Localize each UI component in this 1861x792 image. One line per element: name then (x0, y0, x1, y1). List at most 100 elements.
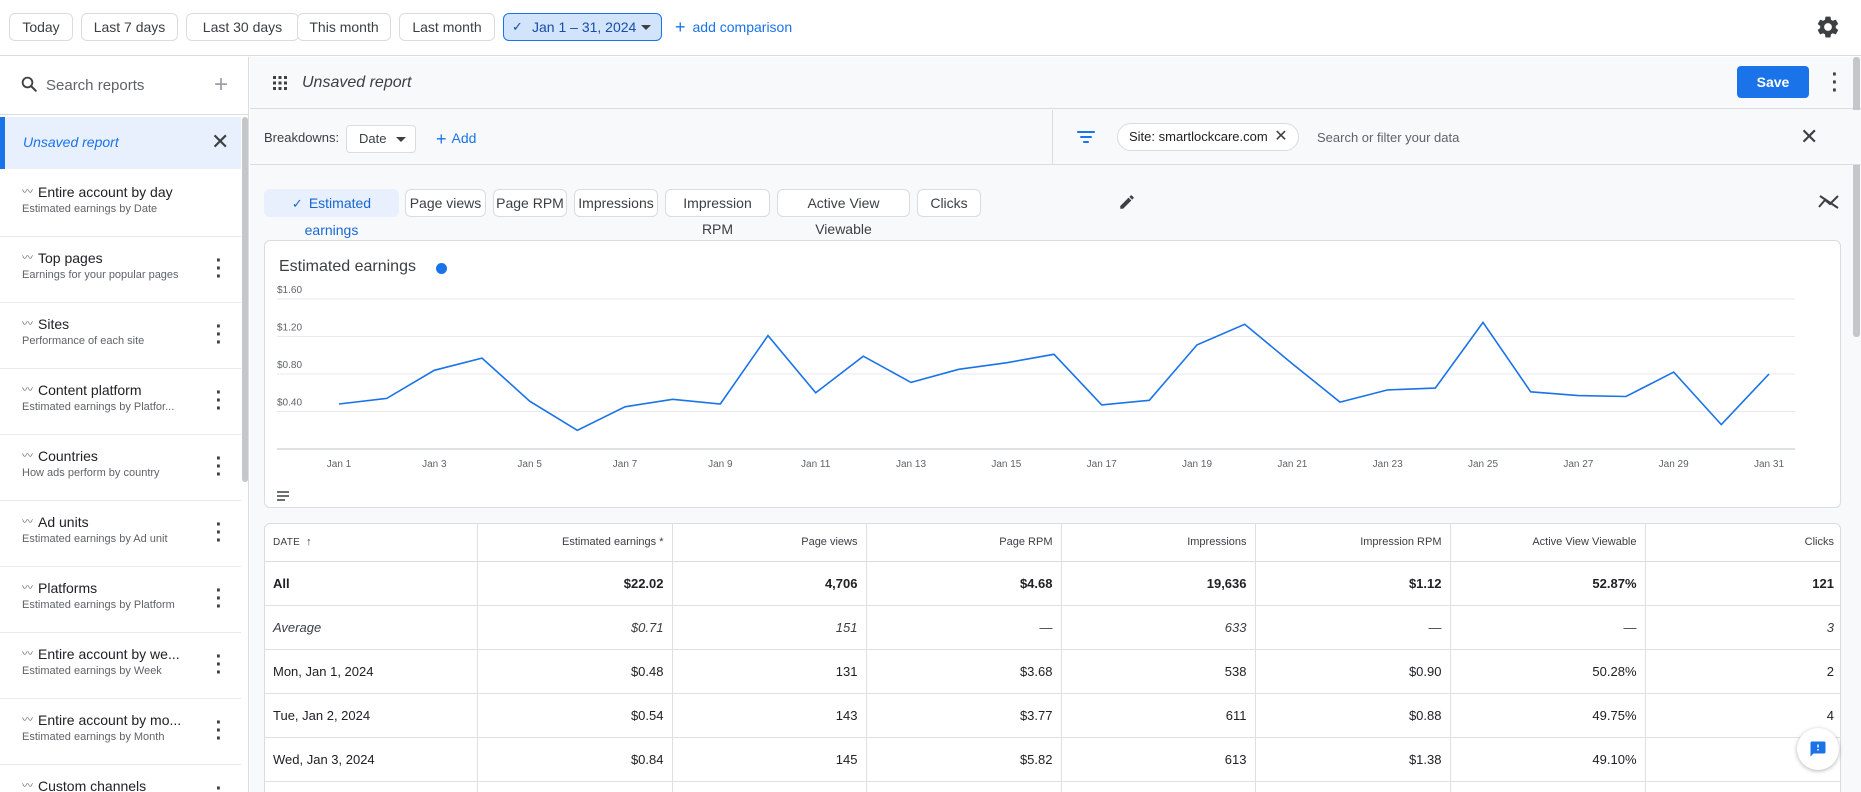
filter-search-input[interactable]: Search or filter your data (1317, 130, 1459, 145)
earnings-data-point[interactable] (1623, 394, 1629, 400)
metric-chip[interactable]: Impressions (574, 189, 658, 217)
sidebar-report-item[interactable]: 〰 Sites Performance of each site · · · (0, 303, 241, 369)
earnings-data-point[interactable] (1718, 422, 1724, 428)
close-icon[interactable]: ✕ (211, 129, 229, 155)
site-filter-chip[interactable]: Site: smartlockcare.com ✕ (1117, 123, 1299, 151)
column-header[interactable]: Impression RPM (1255, 524, 1451, 562)
earnings-data-point[interactable] (384, 395, 390, 401)
search-reports-input[interactable]: Search reports (46, 77, 144, 94)
earnings-data-point[interactable] (1432, 385, 1438, 391)
column-header[interactable]: Page RPM (866, 524, 1062, 562)
sidebar-report-item[interactable]: 〰 Countries How ads perform by country · · · (0, 435, 241, 501)
sidebar-report-item[interactable]: 〰 Entire account by we... Estimated earnin… (0, 633, 241, 699)
sidebar-report-item[interactable]: 〰 Content platform Estimated earnings by P… (0, 369, 241, 435)
breakdown-date-dropdown[interactable]: Date (346, 125, 416, 153)
clear-filters-close-icon[interactable]: ✕ (1800, 124, 1818, 150)
earnings-series-line[interactable] (338, 321, 1770, 432)
sort-ascending-icon[interactable]: ↑ (306, 536, 312, 548)
more-vert-icon[interactable]: ··· (214, 647, 224, 683)
earnings-data-point[interactable] (956, 366, 962, 372)
more-vert-icon[interactable]: ··· (214, 317, 224, 353)
range-this-month-button[interactable]: This month (297, 13, 391, 41)
earnings-data-point[interactable] (1480, 319, 1486, 325)
earnings-data-point[interactable] (1003, 360, 1009, 366)
table-cell: 145 (672, 737, 867, 782)
range-today-button[interactable]: Today (9, 13, 73, 41)
earnings-data-point[interactable] (527, 398, 533, 404)
earnings-data-point[interactable] (431, 367, 437, 373)
more-vert-icon[interactable]: ··· (214, 251, 224, 287)
filter-icon[interactable] (1077, 130, 1095, 144)
x-tick-label: Jan 13 (896, 459, 926, 470)
metric-chip[interactable]: ✓ Estimated earnings (264, 189, 399, 238)
more-vert-icon[interactable]: ··· (214, 449, 224, 485)
more-vert-icon[interactable]: ··· (1830, 65, 1840, 101)
more-vert-icon[interactable]: ··· (214, 779, 224, 792)
earnings-data-point[interactable] (1051, 351, 1057, 357)
metric-chip[interactable]: Page RPM (493, 189, 567, 217)
feedback-button[interactable] (1797, 728, 1839, 770)
earnings-data-point[interactable] (1385, 387, 1391, 393)
earnings-data-point[interactable] (622, 404, 628, 410)
more-vert-icon[interactable]: ··· (214, 581, 224, 617)
column-header[interactable]: DATE ↑ (265, 524, 478, 562)
save-button[interactable]: Save (1737, 66, 1809, 98)
sidebar-item-unsaved-report[interactable]: Unsaved report ✕ (0, 117, 241, 169)
range-last-7-days-button[interactable]: Last 7 days (81, 13, 178, 41)
sidebar-report-item[interactable]: 〰 Top pages Earnings for your popular page… (0, 237, 241, 303)
earnings-data-point[interactable] (908, 379, 914, 385)
earnings-data-point[interactable] (1528, 389, 1534, 395)
sidebar-report-item[interactable]: 〰 Custom channels ··· (0, 765, 241, 792)
custom-range-dropdown[interactable]: ✓ Jan 1 – 31, 2024 (503, 13, 662, 41)
earnings-data-point[interactable] (670, 396, 676, 402)
settings-gear-icon[interactable] (1815, 14, 1841, 40)
metric-chip[interactable]: Impression RPM (665, 189, 770, 237)
column-header[interactable]: Estimated earnings * (477, 524, 673, 562)
earnings-data-point[interactable] (860, 353, 866, 359)
earnings-data-point[interactable] (813, 390, 819, 396)
range-last-30-days-button[interactable]: Last 30 days (186, 13, 299, 41)
earnings-data-point[interactable] (1242, 321, 1248, 327)
earnings-data-point[interactable] (1575, 393, 1581, 399)
range-last-month-button[interactable]: Last month (399, 13, 495, 41)
search-reports-row[interactable]: Search reports + (0, 57, 248, 115)
main-scrollbar[interactable] (1853, 57, 1860, 337)
edit-metrics-pencil-icon[interactable] (1118, 193, 1136, 211)
earnings-data-point[interactable] (1289, 361, 1295, 367)
chart-toggle-trend-icon[interactable] (1818, 193, 1840, 211)
sidebar-report-item[interactable]: 〰 Platforms Estimated earnings by Platform… (0, 567, 241, 633)
sidebar-scrollbar[interactable] (242, 117, 248, 482)
sidebar-report-item[interactable]: 〰 Entire account by day Estimated earnings… (0, 171, 241, 237)
earnings-data-point[interactable] (336, 401, 342, 407)
earnings-data-point[interactable] (717, 401, 723, 407)
sidebar-report-item[interactable]: 〰 Entire account by mo... Estimated earnin… (0, 699, 241, 765)
earnings-data-point[interactable] (1337, 399, 1343, 405)
report-title[interactable]: Unsaved report (302, 74, 411, 92)
metric-chip[interactable]: Page views (405, 189, 486, 217)
apps-grid-icon[interactable] (272, 75, 288, 91)
more-vert-icon[interactable]: ··· (214, 383, 224, 419)
earnings-data-point[interactable] (1099, 402, 1105, 408)
sidebar-report-item[interactable]: 〰 Ad units Estimated earnings by Ad unit · ·… (0, 501, 241, 567)
report-item-title: 〰 Entire account by day (22, 183, 173, 200)
new-report-plus-icon[interactable]: + (214, 71, 228, 99)
column-header[interactable]: Clicks (1645, 524, 1840, 562)
earnings-data-point[interactable] (1146, 397, 1152, 403)
column-header[interactable]: Page views (672, 524, 867, 562)
earnings-data-point[interactable] (1194, 342, 1200, 348)
earnings-data-point[interactable] (479, 355, 485, 361)
more-vert-icon[interactable]: ··· (214, 515, 224, 551)
earnings-data-point[interactable] (1766, 371, 1772, 377)
chart-legend-lines-icon[interactable] (276, 491, 290, 501)
earnings-data-point[interactable] (765, 333, 771, 339)
column-header[interactable]: Impressions (1061, 524, 1256, 562)
more-vert-icon[interactable]: ··· (214, 713, 224, 749)
add-breakdown-button[interactable]: + Add (436, 129, 476, 150)
add-comparison-button[interactable]: + add comparison (675, 13, 792, 41)
metric-chip[interactable]: Clicks (917, 189, 981, 217)
earnings-data-point[interactable] (1671, 369, 1677, 375)
earnings-data-point[interactable] (574, 427, 580, 433)
column-header[interactable]: Active View Viewable (1450, 524, 1646, 562)
metric-chip[interactable]: Active View Viewable (777, 189, 910, 237)
remove-filter-icon[interactable]: ✕ (1274, 124, 1287, 150)
